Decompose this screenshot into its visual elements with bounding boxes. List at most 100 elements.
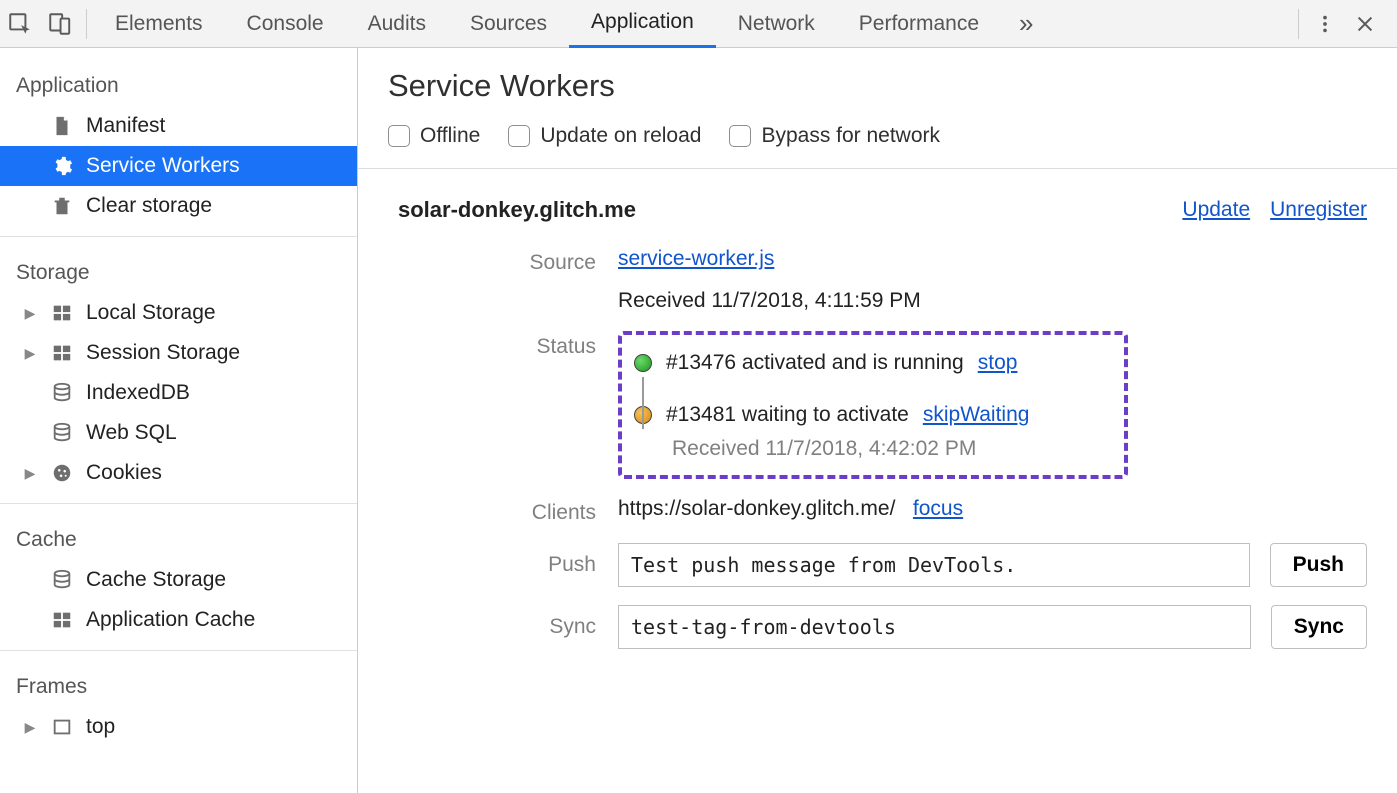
stop-link[interactable]: stop <box>978 351 1018 375</box>
sidebar-item-label: top <box>86 715 115 739</box>
tab-performance[interactable]: Performance <box>837 0 1001 48</box>
database-icon <box>50 382 74 404</box>
push-button[interactable]: Push <box>1270 543 1367 587</box>
sidebar-item-top-frame[interactable]: ▶ top <box>0 707 357 747</box>
source-value: service-worker.js Received 11/7/2018, 4:… <box>618 247 1367 313</box>
sidebar-item-cookies[interactable]: ▶ Cookies <box>0 453 357 493</box>
sidebar-item-clear-storage[interactable]: ▶ Clear storage <box>0 186 357 226</box>
checkbox-icon <box>508 125 530 147</box>
sidebar-item-label: Web SQL <box>86 421 177 445</box>
close-devtools-icon[interactable] <box>1345 0 1385 48</box>
status-waiting-received: Received 11/7/2018, 4:42:02 PM <box>634 437 1104 461</box>
checkbox-label: Bypass for network <box>761 124 940 148</box>
tab-application[interactable]: Application <box>569 0 716 48</box>
database-icon <box>50 569 74 591</box>
database-icon <box>50 422 74 444</box>
chevron-right-icon: ▶ <box>22 305 38 322</box>
more-tabs-button[interactable]: » <box>1001 0 1051 48</box>
topbar-separator <box>86 9 87 39</box>
unregister-link[interactable]: Unregister <box>1270 198 1367 222</box>
sync-input[interactable] <box>618 605 1251 649</box>
sidebar-item-label: Local Storage <box>86 301 216 325</box>
origin-row: solar-donkey.glitch.me Update Unregister <box>388 187 1367 247</box>
sidebar-item-label: Cache Storage <box>86 568 226 592</box>
origin-name: solar-donkey.glitch.me <box>398 197 636 223</box>
gear-icon <box>50 155 74 177</box>
offline-checkbox[interactable]: Offline <box>388 124 480 148</box>
sidebar-item-service-workers[interactable]: ▶ Service Workers <box>0 146 357 186</box>
update-link[interactable]: Update <box>1182 198 1250 222</box>
table-icon <box>50 342 74 364</box>
tab-console[interactable]: Console <box>225 0 346 48</box>
sidebar-heading-frames: Frames <box>0 661 357 707</box>
sidebar-item-cache-storage[interactable]: ▶ Cache Storage <box>0 560 357 600</box>
label-clients: Clients <box>388 497 618 525</box>
sidebar-item-label: Application Cache <box>86 608 255 632</box>
bypass-for-network-checkbox[interactable]: Bypass for network <box>729 124 940 148</box>
sidebar-heading-application: Application <box>0 60 357 106</box>
chevron-right-icon: ▶ <box>22 719 38 736</box>
status-highlight-box: #13476 activated and is running stop #13… <box>618 331 1128 479</box>
push-input[interactable] <box>618 543 1250 587</box>
status-connector-line <box>642 377 644 429</box>
sidebar-item-label: Session Storage <box>86 341 240 365</box>
label-status: Status <box>388 331 618 359</box>
checkbox-label: Offline <box>420 124 480 148</box>
source-received: Received 11/7/2018, 4:11:59 PM <box>618 289 1367 313</box>
trash-icon <box>50 195 74 217</box>
status-waiting-row: #13481 waiting to activate skipWaiting <box>634 403 1104 427</box>
sidebar-divider <box>0 236 357 237</box>
cookie-icon <box>50 462 74 484</box>
tab-elements[interactable]: Elements <box>93 0 225 48</box>
page-title: Service Workers <box>388 68 1367 104</box>
devtools-topbar: Elements Console Audits Sources Applicat… <box>0 0 1397 48</box>
service-workers-panel: Service Workers Offline Update on reload… <box>358 48 1397 793</box>
sidebar-heading-storage: Storage <box>0 247 357 293</box>
origin-actions: Update Unregister <box>1182 198 1367 222</box>
chevron-right-icon: ▶ <box>22 345 38 362</box>
topbar-separator-2 <box>1298 9 1299 39</box>
client-url: https://solar-donkey.glitch.me/ <box>618 497 895 520</box>
sidebar-item-session-storage[interactable]: ▶ Session Storage <box>0 333 357 373</box>
sidebar-item-local-storage[interactable]: ▶ Local Storage <box>0 293 357 333</box>
sidebar-item-application-cache[interactable]: ▶ Application Cache <box>0 600 357 640</box>
sidebar-heading-cache: Cache <box>0 514 357 560</box>
sidebar-divider <box>0 650 357 651</box>
frame-icon <box>50 716 74 738</box>
focus-link[interactable]: focus <box>913 497 963 520</box>
label-push: Push <box>388 543 618 577</box>
settings-kebab-icon[interactable] <box>1305 0 1345 48</box>
sidebar-item-label: Manifest <box>86 114 165 138</box>
checkbox-label: Update on reload <box>540 124 701 148</box>
label-source: Source <box>388 247 618 275</box>
table-icon <box>50 609 74 631</box>
status-waiting-text: #13481 waiting to activate <box>666 403 909 427</box>
sidebar-item-websql[interactable]: ▶ Web SQL <box>0 413 357 453</box>
label-sync: Sync <box>388 605 618 639</box>
sync-button[interactable]: Sync <box>1271 605 1367 649</box>
sidebar-item-label: IndexedDB <box>86 381 190 405</box>
topbar-right <box>1305 0 1397 48</box>
document-icon <box>50 115 74 137</box>
table-icon <box>50 302 74 324</box>
status-dot-green-icon <box>634 354 652 372</box>
source-file-link[interactable]: service-worker.js <box>618 247 774 270</box>
sidebar-item-indexeddb[interactable]: ▶ IndexedDB <box>0 373 357 413</box>
sidebar-item-label: Service Workers <box>86 154 240 178</box>
tab-sources[interactable]: Sources <box>448 0 569 48</box>
checkbox-icon <box>388 125 410 147</box>
sidebar-item-label: Clear storage <box>86 194 212 218</box>
sidebar-item-manifest[interactable]: ▶ Manifest <box>0 106 357 146</box>
skip-waiting-link[interactable]: skipWaiting <box>923 403 1030 427</box>
status-activated-text: #13476 activated and is running <box>666 351 964 375</box>
panel-tabs: Elements Console Audits Sources Applicat… <box>93 0 1292 48</box>
status-activated-row: #13476 activated and is running stop <box>634 351 1104 375</box>
clients-value: https://solar-donkey.glitch.me/ focus <box>618 497 1367 521</box>
checkbox-icon <box>729 125 751 147</box>
section-divider <box>358 168 1397 169</box>
tab-audits[interactable]: Audits <box>346 0 448 48</box>
inspect-element-icon[interactable] <box>0 0 40 48</box>
device-toggle-icon[interactable] <box>40 0 80 48</box>
update-on-reload-checkbox[interactable]: Update on reload <box>508 124 701 148</box>
tab-network[interactable]: Network <box>716 0 837 48</box>
